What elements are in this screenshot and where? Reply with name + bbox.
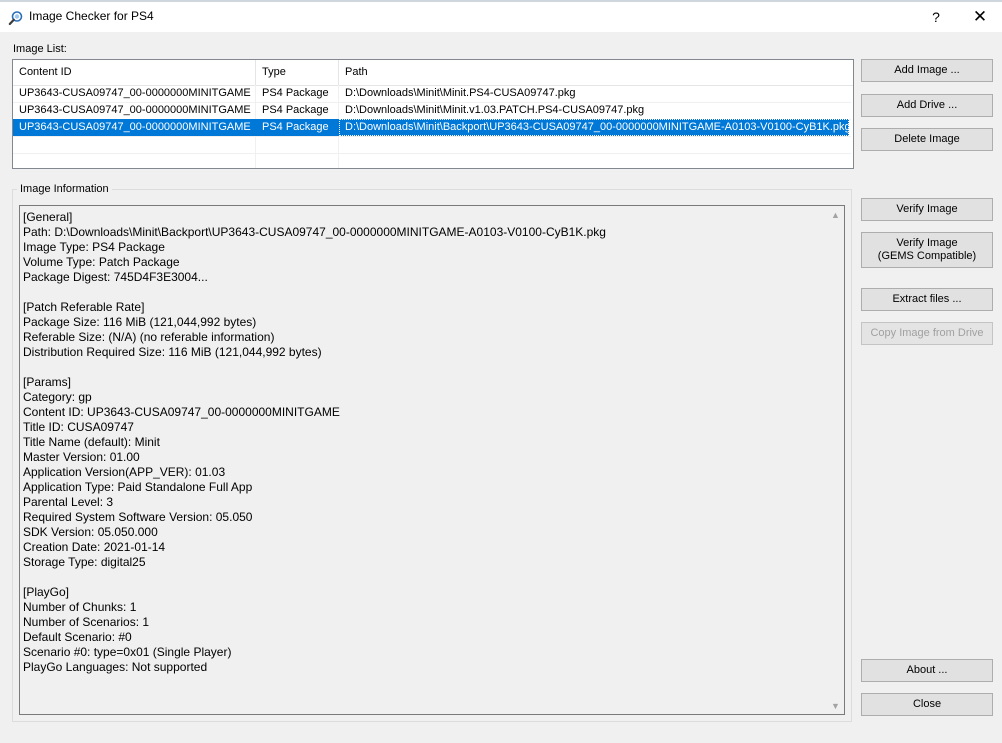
info-line: Number of Scenarios: 1 <box>23 615 150 629</box>
info-line: Referable Size: (N/A) (no referable info… <box>23 330 275 344</box>
info-line: [Params] <box>23 375 72 389</box>
grid-line <box>13 136 851 137</box>
info-line: Image Type: PS4 Package <box>23 240 165 254</box>
info-line: Category: gp <box>23 390 92 404</box>
info-line <box>23 570 823 585</box>
cell-type: PS4 Package <box>262 104 329 116</box>
info-line: Volume Type: Patch Package <box>23 255 180 269</box>
title-bar: Image Checker for PS4 ? ✕ <box>0 2 1002 32</box>
magnifier-app-icon <box>8 11 23 26</box>
column-header-path[interactable]: Path <box>339 60 849 85</box>
scroll-down-icon[interactable]: ▼ <box>827 697 844 714</box>
info-line: Storage Type: digital25 <box>23 555 146 569</box>
add-image-button[interactable]: Add Image ... <box>861 59 993 82</box>
info-line: Title ID: CUSA09747 <box>23 420 134 434</box>
table-row-selected[interactable]: UP3643-CUSA09747_00-0000000MINITGAME PS4… <box>13 119 849 136</box>
info-line <box>23 360 823 375</box>
extract-files-button[interactable]: Extract files ... <box>861 288 993 311</box>
image-information-label: Image Information <box>17 183 112 195</box>
info-line: Scenario #0: type=0x01 (Single Player) <box>23 645 232 659</box>
delete-image-button[interactable]: Delete Image <box>861 128 993 151</box>
image-list[interactable]: Content ID Type Path UP3643-CUSA09747_00… <box>12 59 854 169</box>
close-button[interactable]: Close <box>861 693 993 716</box>
window-title: Image Checker for PS4 <box>29 9 154 23</box>
info-line: [Patch Referable Rate] <box>23 300 145 314</box>
add-drive-button[interactable]: Add Drive ... <box>861 94 993 117</box>
cell-path: D:\Downloads\Minit\Minit.PS4-CUSA09747.p… <box>345 87 576 99</box>
info-line: Creation Date: 2021-01-14 <box>23 540 166 554</box>
vertical-scrollbar[interactable]: ▲ ▼ <box>827 206 844 714</box>
info-line: [General] <box>23 210 73 224</box>
info-line: Number of Chunks: 1 <box>23 600 137 614</box>
image-list-label: Image List: <box>13 43 67 55</box>
info-line: Application Type: Paid Standalone Full A… <box>23 480 253 494</box>
info-line: Required System Software Version: 05.050 <box>23 510 253 524</box>
info-line: Content ID: UP3643-CUSA09747_00-0000000M… <box>23 405 340 419</box>
info-line: Parental Level: 3 <box>23 495 114 509</box>
table-row[interactable]: UP3643-CUSA09747_00-0000000MINITGAME PS4… <box>13 85 849 102</box>
table-row[interactable]: UP3643-CUSA09747_00-0000000MINITGAME PS4… <box>13 102 849 119</box>
verify-gems-label-line2: (GEMS Compatible) <box>877 250 977 262</box>
copy-image-from-drive-button[interactable]: Copy Image from Drive <box>861 322 993 345</box>
info-line: Title Name (default): Minit <box>23 435 160 449</box>
column-header-type[interactable]: Type <box>256 60 339 85</box>
grid-line <box>13 153 851 154</box>
cell-path: D:\Downloads\Minit\Minit.v1.03.PATCH.PS4… <box>345 104 645 116</box>
cell-content-id: UP3643-CUSA09747_00-0000000MINITGAME <box>19 104 251 116</box>
info-line <box>23 285 823 300</box>
verify-image-button[interactable]: Verify Image <box>861 198 993 221</box>
info-line: Package Digest: 745D4F3E3004... <box>23 270 208 284</box>
about-button[interactable]: About ... <box>861 659 993 682</box>
cell-content-id: UP3643-CUSA09747_00-0000000MINITGAME <box>19 87 251 99</box>
image-information-text[interactable]: [General] Path: D:\Downloads\Minit\Backpo… <box>19 205 845 715</box>
help-button[interactable]: ? <box>914 2 958 32</box>
info-line: PlayGo Languages: Not supported <box>23 660 208 674</box>
info-line: SDK Version: 05.050.000 <box>23 525 158 539</box>
window-close-button[interactable]: ✕ <box>958 2 1002 32</box>
cell-type: PS4 Package <box>262 87 329 99</box>
info-line: Distribution Required Size: 116 MiB (121… <box>23 345 322 359</box>
cell-content-id: UP3643-CUSA09747_00-0000000MINITGAME <box>13 119 256 136</box>
info-line: Package Size: 116 MiB (121,044,992 bytes… <box>23 315 257 329</box>
verify-gems-label-line1: Verify Image <box>896 237 958 249</box>
info-line: Default Scenario: #0 <box>23 630 132 644</box>
cell-path: D:\Downloads\Minit\Backport\UP3643-CUSA0… <box>339 119 849 136</box>
info-line: Master Version: 01.00 <box>23 450 140 464</box>
info-lines: [General] Path: D:\Downloads\Minit\Backpo… <box>23 210 823 675</box>
image-list-header: Content ID Type Path <box>13 60 853 86</box>
cell-type: PS4 Package <box>256 119 339 136</box>
info-line: [PlayGo] <box>23 585 70 599</box>
verify-image-gems-button[interactable]: Verify Image (GEMS Compatible) <box>861 232 993 268</box>
info-line: Application Version(APP_VER): 01.03 <box>23 465 226 479</box>
scroll-up-icon[interactable]: ▲ <box>827 206 844 223</box>
column-header-content-id[interactable]: Content ID <box>13 60 256 85</box>
info-line: Path: D:\Downloads\Minit\Backport\UP3643… <box>23 225 606 239</box>
